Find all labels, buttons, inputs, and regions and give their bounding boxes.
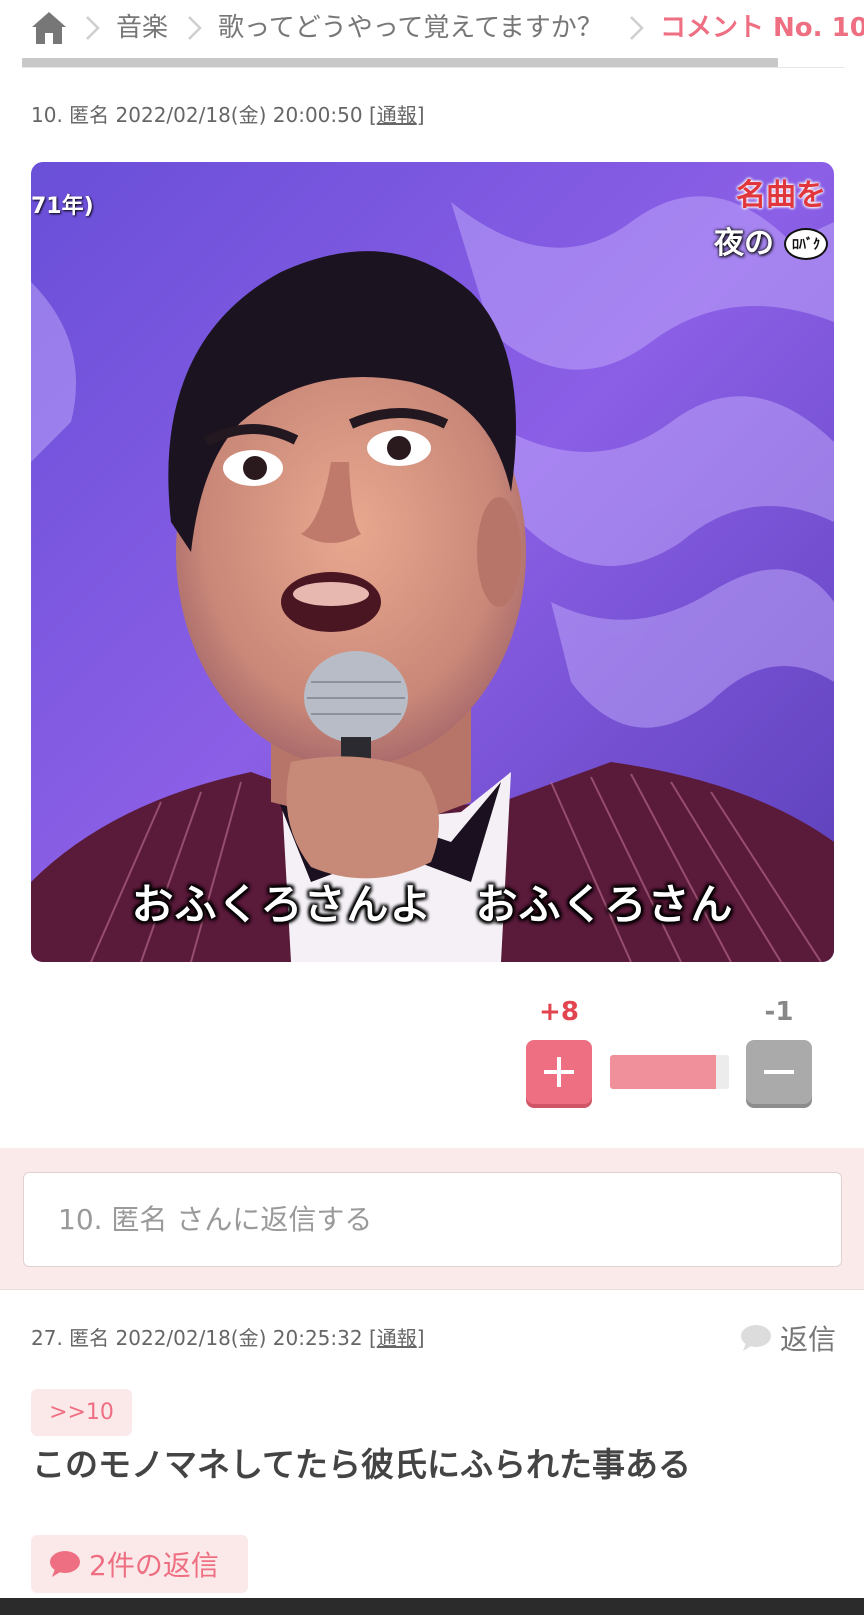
reply-button-label: 返信 xyxy=(779,1323,836,1356)
vote-ratio-bar xyxy=(610,1055,729,1089)
view-replies-button[interactable]: 2件の返信 xyxy=(31,1535,248,1593)
chevron-right-icon xyxy=(188,16,202,40)
minus-vote-count: -1 xyxy=(764,997,794,1027)
chevron-right-icon xyxy=(86,16,100,40)
reply-comment-meta-text: 27. 匿名 2022/02/18(金) 20:25:32 [ xyxy=(31,1326,377,1350)
photo-subtitle: おふくろさんよ おふくろさん xyxy=(131,880,734,929)
progress-track xyxy=(22,67,844,68)
photo-logo-line1: 名曲を xyxy=(736,178,826,213)
breadcrumb-item-music[interactable]: 音楽 xyxy=(116,10,168,46)
view-replies-label: 2件の返信 xyxy=(89,1549,219,1582)
minus-icon xyxy=(764,1070,794,1074)
chevron-right-icon xyxy=(630,16,644,40)
progress-fill xyxy=(22,58,779,67)
comment-image[interactable]: 71年) 名曲を 夜の ﾛﾊﾞｸ おふくろさんよ おふくろさん xyxy=(31,162,834,962)
reply-button[interactable]: 返信 xyxy=(740,1320,836,1356)
photo-illustration xyxy=(31,162,834,962)
report-link[interactable]: 通報 xyxy=(377,1326,417,1350)
speech-bubble-icon xyxy=(50,1551,80,1577)
photo-caption-year: 71年) xyxy=(31,194,94,219)
plus-vote-button[interactable] xyxy=(526,1040,592,1104)
breadcrumb-item-topic[interactable]: 歌ってどうやって覚えてますか？ xyxy=(218,10,603,46)
bottom-bar xyxy=(0,1598,864,1615)
report-link[interactable]: 通報 xyxy=(377,103,417,127)
scroll-progress xyxy=(22,58,844,68)
comment-meta: 10. 匿名 2022/02/18(金) 20:00:50 [通報] xyxy=(31,101,425,129)
comment-meta-bracket: ] xyxy=(416,103,425,127)
breadcrumb-current: コメント No. 10 xyxy=(660,13,864,43)
plus-vote-count: +8 xyxy=(539,997,579,1027)
reply-comment-meta-bracket: ] xyxy=(416,1326,425,1350)
photo-logo-line2: 夜の xyxy=(714,226,774,261)
home-icon[interactable] xyxy=(30,10,68,46)
anchor-link[interactable]: >>10 xyxy=(31,1389,132,1436)
reply-form xyxy=(0,1148,864,1290)
vote-ratio-fill xyxy=(610,1055,716,1089)
photo-logo-badge: ﾛﾊﾞｸ xyxy=(784,228,828,260)
comment-meta-text: 10. 匿名 2022/02/18(金) 20:00:50 [ xyxy=(31,103,377,127)
reply-input[interactable] xyxy=(23,1172,842,1267)
comment-body: このモノマネしてたら彼氏にふられた事ある xyxy=(32,1445,692,1484)
breadcrumb: 音楽 歌ってどうやって覚えてますか？ コメント No. 10 xyxy=(0,0,864,62)
reply-comment-meta: 27. 匿名 2022/02/18(金) 20:25:32 [通報] xyxy=(31,1324,425,1352)
minus-vote-button[interactable] xyxy=(746,1040,812,1104)
plus-icon xyxy=(544,1057,574,1087)
speech-bubble-icon xyxy=(740,1325,771,1351)
